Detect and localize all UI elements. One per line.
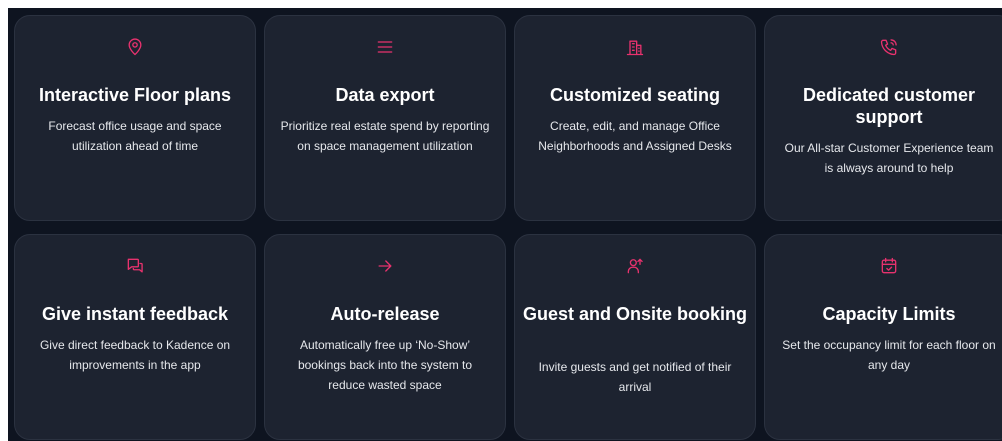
feature-description: Automatically free up ‘No-Show’ bookings… — [297, 338, 473, 392]
feature-title: Interactive Floor plans — [38, 85, 232, 105]
calendar-check-icon — [765, 255, 1002, 277]
feature-card-auto-release: Auto-release Automatically free up ‘No-S… — [264, 234, 506, 440]
phone-call-icon — [765, 36, 1002, 58]
feature-card-guest-and-onsite-booking: Guest and Onsite booking Invite guests a… — [514, 234, 756, 440]
feature-title: Auto-release — [330, 304, 440, 324]
menu-lines-icon — [265, 36, 505, 58]
feature-card-dedicated-customer-support: Dedicated customer support Our All-star … — [764, 15, 1002, 221]
chat-bubbles-icon — [15, 255, 255, 277]
building-icon — [515, 36, 755, 58]
user-arrow-icon — [515, 255, 755, 277]
feature-title: Data export — [335, 85, 435, 105]
feature-title: Customized seating — [549, 85, 721, 105]
feature-description: Forecast office usage and space utilizat… — [48, 119, 222, 153]
feature-title: Guest and Onsite booking — [523, 304, 748, 324]
feature-description: Invite guests and get notified of their … — [538, 360, 732, 394]
feature-description: Create, edit, and manage Office Neighbor… — [538, 119, 732, 153]
feature-description: Give direct feedback to Kadence on impro… — [39, 338, 231, 372]
feature-card-interactive-floor-plans: Interactive Floor plans Forecast office … — [14, 15, 256, 221]
feature-card-customized-seating: Customized seating Create, edit, and man… — [514, 15, 756, 221]
feature-card-data-export: Data export Prioritize real estate spend… — [264, 15, 506, 221]
feature-title: Capacity Limits — [822, 304, 956, 324]
feature-description: Set the occupancy limit for each floor o… — [782, 338, 996, 372]
feature-grid: Interactive Floor plans Forecast office … — [8, 8, 1002, 441]
arrow-right-icon — [265, 255, 505, 277]
feature-description: Our All-star Customer Experience team is… — [784, 141, 994, 175]
feature-title: Give instant feedback — [41, 304, 229, 324]
feature-description: Prioritize real estate spend by reportin… — [280, 119, 490, 153]
map-pin-icon — [15, 36, 255, 58]
feature-title: Dedicated customer support — [802, 85, 976, 127]
feature-card-give-instant-feedback: Give instant feedback Give direct feedba… — [14, 234, 256, 440]
feature-card-capacity-limits: Capacity Limits Set the occupancy limit … — [764, 234, 1002, 440]
